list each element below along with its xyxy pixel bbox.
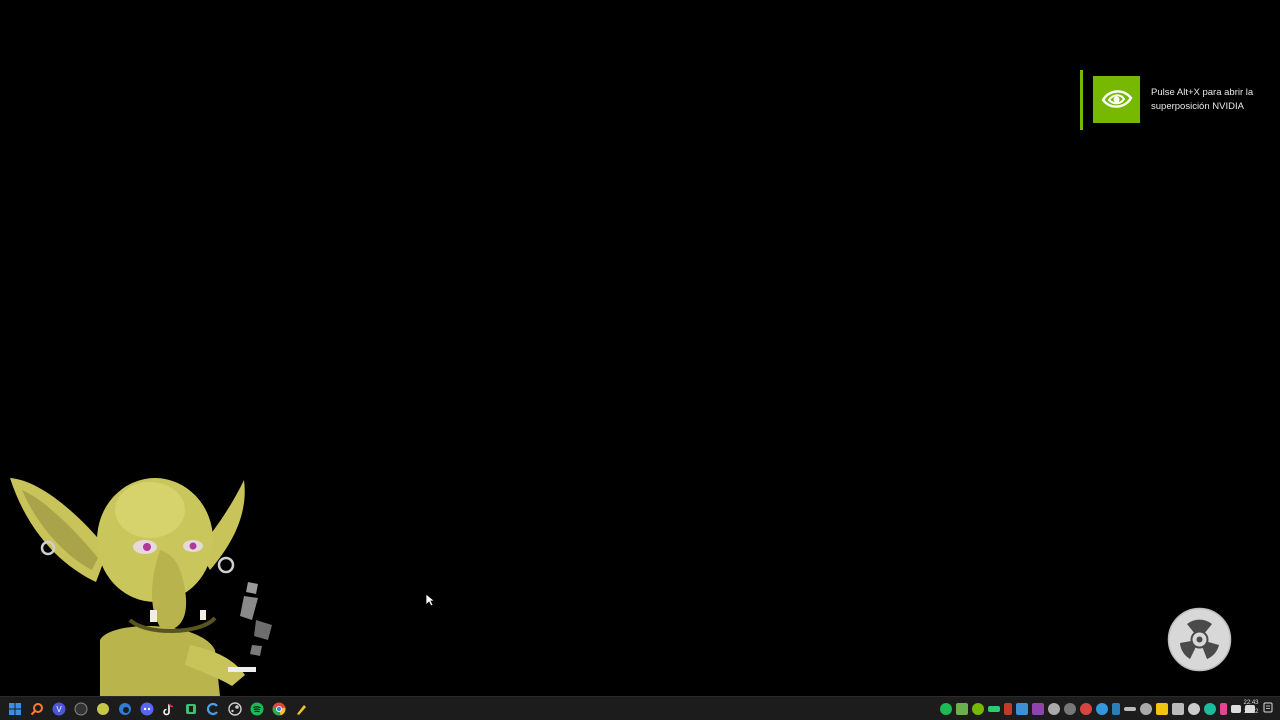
notification-accent-bar (1080, 70, 1083, 130)
puzzle-tray-icon[interactable] (1016, 703, 1028, 715)
search-icon[interactable] (28, 700, 46, 718)
mouse-cursor-icon (425, 593, 435, 607)
edge-icon[interactable] (116, 700, 134, 718)
nvidia-logo-icon (1093, 76, 1140, 123)
network-tray-icon[interactable] (1188, 703, 1200, 715)
windows-start-icon[interactable] (6, 700, 24, 718)
goblin-app-icon[interactable] (94, 700, 112, 718)
ccleaner-icon[interactable] (204, 700, 222, 718)
mic-tray-icon[interactable] (1220, 703, 1227, 715)
folder-tray-icon[interactable] (1156, 703, 1168, 715)
shield-tray-icon[interactable] (1080, 703, 1092, 715)
steam-mini-tray-icon[interactable] (1204, 703, 1216, 715)
vpn-app-icon[interactable]: V (50, 700, 68, 718)
clock-time: 22:43 (1243, 700, 1259, 706)
taskbar-pinned-apps: V (6, 699, 314, 719)
chrome-icon[interactable] (270, 700, 288, 718)
nvidia-overlay-notification[interactable]: Pulse Alt+X para abrir la superposición … (1080, 70, 1270, 130)
red-tray-icon[interactable] (1004, 703, 1012, 715)
steam-icon[interactable] (226, 700, 244, 718)
film-reel-widget[interactable] (1167, 607, 1232, 672)
battery-tray-icon[interactable] (988, 706, 1000, 712)
desktop-background: Pulse Alt+X para abrir la superposición … (0, 0, 1280, 696)
arrows-tray-icon[interactable] (1124, 707, 1136, 711)
nvidia-tray-icon[interactable] (972, 703, 984, 715)
controller-tray-icon[interactable] (1032, 703, 1044, 715)
svg-text:V: V (56, 705, 62, 714)
steam-tray-icon[interactable] (1048, 703, 1060, 715)
overwolf-icon[interactable] (72, 700, 90, 718)
window-tray-icon[interactable] (1172, 703, 1184, 715)
app-tray-icon[interactable] (956, 703, 968, 715)
taskbar-clock[interactable]: 22:43 17/12 (1240, 699, 1262, 717)
gear-tray-icon[interactable] (1140, 703, 1152, 715)
clock-date: 17/12 (1243, 709, 1259, 715)
goblin-character[interactable] (0, 470, 290, 696)
system-tray (940, 700, 1259, 718)
tiktok-icon[interactable] (160, 700, 178, 718)
discord-icon[interactable] (138, 700, 156, 718)
notification-center-icon[interactable] (1263, 702, 1273, 714)
notification-message: Pulse Alt+X para abrir la superposición … (1151, 87, 1254, 112)
bluetooth-tray-icon[interactable] (1096, 703, 1108, 715)
spotify-icon[interactable] (248, 700, 266, 718)
pen-tray-icon[interactable] (1112, 703, 1120, 715)
pen-app-icon[interactable] (292, 700, 310, 718)
phone-link-icon[interactable] (182, 700, 200, 718)
obs-tray-icon[interactable] (1064, 703, 1076, 715)
taskbar: V 22:43 17/12 (0, 696, 1280, 720)
spotify-tray-icon[interactable] (940, 703, 952, 715)
